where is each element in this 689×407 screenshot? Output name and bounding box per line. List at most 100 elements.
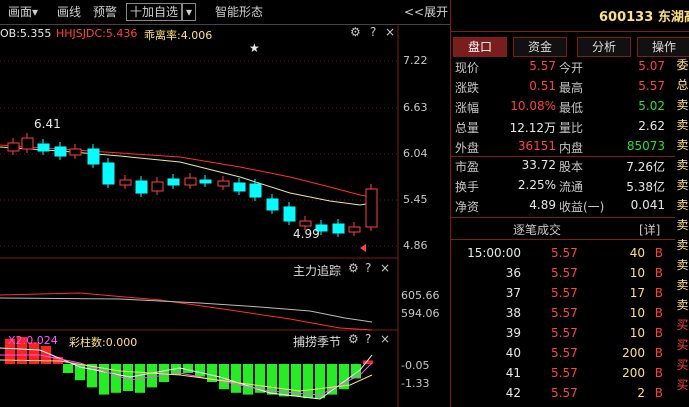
quote-value: 7.26亿 (626, 160, 665, 174)
main-settings-icon[interactable]: ⚙ (350, 25, 361, 39)
panel2-close-icon[interactable]: × (380, 261, 390, 275)
trade-side: B (654, 266, 663, 280)
candle (283, 206, 296, 222)
add-watchlist-button[interactable]: 十加自选 (126, 3, 183, 21)
trades-detail-link[interactable]: [详] (639, 221, 660, 238)
divider (451, 156, 675, 157)
trade-row: 40 5.57 200 B (451, 344, 675, 364)
side-tab[interactable]: 卖 (675, 196, 689, 214)
quote-value: 4.89 (529, 198, 556, 212)
main-close-icon[interactable]: × (385, 25, 395, 39)
quote-value: 0.041 (630, 198, 665, 212)
trade-volume: 10 (629, 326, 645, 340)
trade-row: 36 5.57 10 B (451, 264, 675, 284)
main-force-line (0, 297, 373, 323)
quote-label: 现价 (455, 61, 480, 75)
candle (151, 181, 164, 192)
smart-pattern-button[interactable]: 智能形态 (215, 3, 263, 20)
side-tab[interactable]: 总 (675, 76, 689, 94)
quote-label: 收益(一) (559, 200, 605, 214)
trade-time: 42 (505, 386, 521, 400)
quote-label: 最低 (559, 101, 584, 115)
side-tab[interactable]: 卖 (675, 156, 689, 174)
trade-time: 38 (505, 306, 521, 320)
chart-area[interactable]: ★ OB:5.355 HHJSJDC:5.436 乖离率:4.006 ⚙ ? ×… (0, 25, 450, 407)
expand-button[interactable]: <<展开 (404, 3, 448, 20)
trades-title: 逐笔成交 (513, 223, 562, 237)
draw-line-button[interactable]: 画线 (57, 3, 81, 20)
quote-label: 市盈 (455, 160, 480, 174)
price-tick: 6.63 (403, 101, 428, 114)
quote-label: 流通 (559, 180, 584, 194)
tab-analysis[interactable]: 分析 (577, 37, 631, 57)
side-tab[interactable]: 买 (675, 376, 689, 394)
stock-name: 东湖高新 (657, 10, 689, 25)
tab-funds[interactable]: 资金 (513, 37, 567, 57)
tab-trade[interactable]: 操作 (637, 37, 689, 57)
side-tab[interactable]: 卖 (675, 276, 689, 294)
trade-volume: 2 (637, 386, 645, 400)
side-tab[interactable]: 卖 (675, 136, 689, 154)
trade-row: 37 5.57 17 B (451, 284, 675, 304)
quote-value: 33.72 (521, 158, 556, 172)
histogram-bar (123, 364, 133, 391)
panel3-help-icon[interactable]: ? (365, 332, 371, 346)
side-tab[interactable]: 卖 (675, 216, 689, 234)
side-tab[interactable]: 卖 (675, 116, 689, 134)
panel3-settings-icon[interactable]: ⚙ (348, 332, 359, 346)
trade-volume: 10 (629, 306, 645, 320)
trade-row: 39 5.57 10 B (451, 324, 675, 344)
quote-label: 净资 (455, 200, 480, 214)
panel3-tick: -1.33 (401, 377, 430, 390)
quote-value: 10.08% (510, 99, 556, 113)
side-tab[interactable]: 卖 (675, 176, 689, 194)
quote-value: 12.12万 (509, 121, 556, 135)
alert-button[interactable]: 预警 (93, 3, 117, 20)
trade-volume: 10 (629, 266, 645, 280)
quote-value: 85073 (626, 139, 665, 153)
side-tab[interactable]: 买 (675, 336, 689, 354)
candle (199, 179, 212, 184)
panel2-tick: 605.66 (401, 289, 440, 302)
trade-time: 37 (505, 286, 521, 300)
quote-label: 涨跌 (455, 81, 480, 95)
trade-price: 5.57 (551, 286, 578, 300)
candle (233, 182, 246, 192)
trade-price: 5.57 (551, 266, 578, 280)
arrow-marker (360, 244, 366, 252)
side-tab[interactable]: 卖 (675, 256, 689, 274)
side-tab[interactable]: 买 (675, 356, 689, 374)
trade-side: B (654, 306, 663, 320)
side-tab[interactable]: 委 (675, 56, 689, 74)
side-tab[interactable]: 卖 (675, 236, 689, 254)
watchlist-dropdown[interactable]: ▾ (182, 3, 197, 21)
trade-volume: 200 (622, 346, 645, 360)
bias-label: 乖离率:4.006 (144, 29, 213, 42)
stock-code: 600133 (599, 10, 654, 25)
trade-row: 42 5.57 2 B (451, 384, 675, 404)
price-tick: 5.45 (403, 193, 428, 206)
price-tick: 6.04 (403, 147, 428, 160)
quote-label: 内盘 (559, 141, 584, 155)
candle (249, 183, 262, 198)
candle (87, 148, 100, 165)
tab-order-book[interactable]: 盘口 (453, 37, 507, 57)
candle (184, 177, 197, 186)
panel2-settings-icon[interactable]: ⚙ (348, 261, 359, 275)
side-tab[interactable]: 买 (675, 316, 689, 334)
low-price-label: 4.99 (293, 227, 320, 241)
candle (69, 148, 82, 156)
trade-row: 41 5.57 200 B (451, 364, 675, 384)
trade-price: 5.57 (551, 366, 578, 380)
panel2-help-icon[interactable]: ? (365, 261, 371, 275)
trade-price: 5.57 (551, 306, 578, 320)
view-menu[interactable]: 画面▾ (8, 3, 38, 20)
trade-side: B (654, 366, 663, 380)
histogram-bar (63, 364, 73, 373)
side-tab[interactable]: 卖 (675, 296, 689, 314)
main-help-icon[interactable]: ? (370, 25, 376, 39)
panel3-close-icon[interactable]: × (380, 332, 390, 346)
trade-price: 5.57 (551, 326, 578, 340)
histogram-bar (231, 364, 241, 393)
side-tab[interactable]: 卖 (675, 96, 689, 114)
